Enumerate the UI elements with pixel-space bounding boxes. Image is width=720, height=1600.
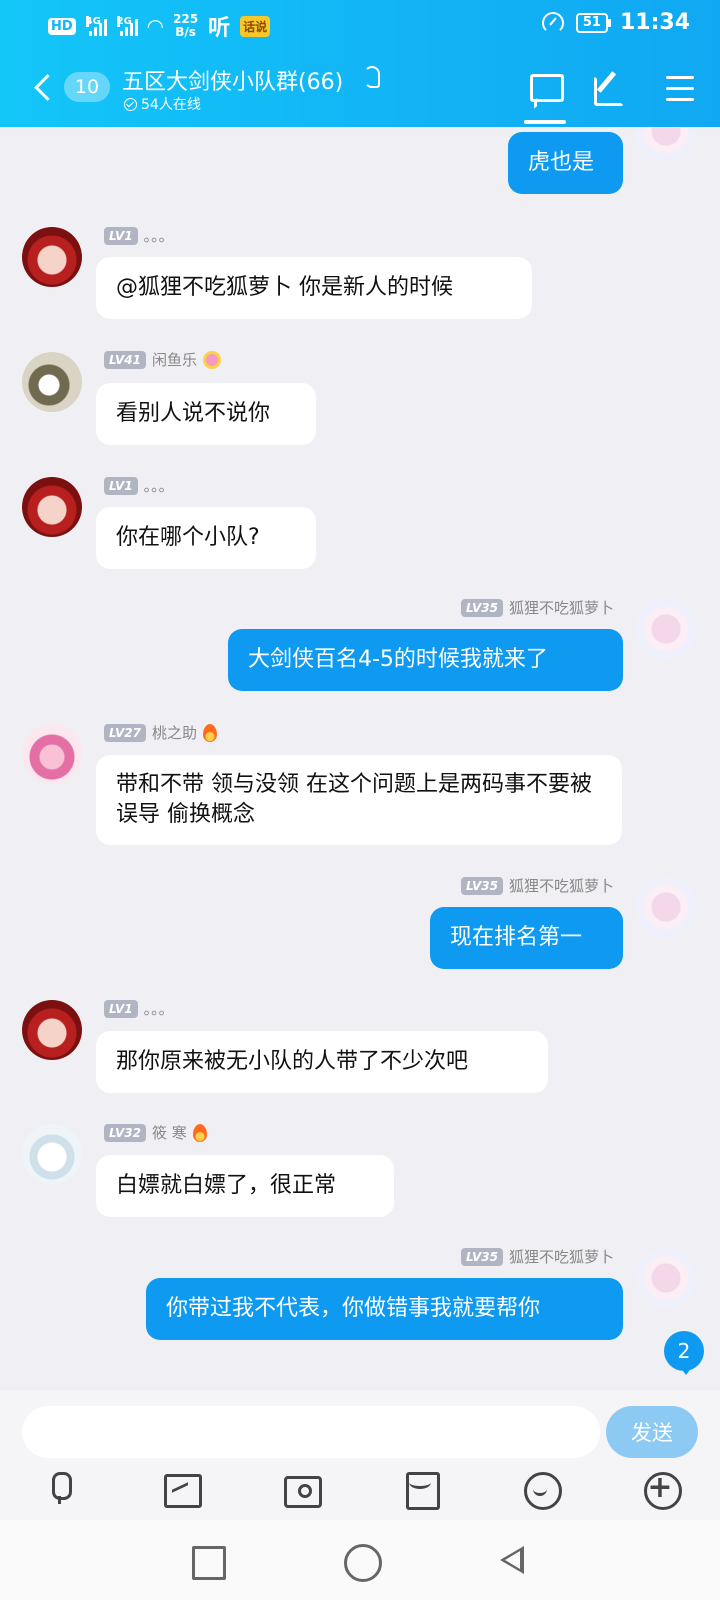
speed-gauge-icon [541,11,564,34]
input-area: 发送 [0,1390,720,1520]
level-badge: LV32 [104,1123,146,1142]
network-speed: 225 B/s [173,13,198,39]
home-icon[interactable] [342,1542,382,1582]
sender-meta: LV1 。。。 [104,998,174,1019]
navigation-bar: 10 五区大剑侠小队群(66) 54人在线 [0,54,720,127]
edit-icon[interactable] [588,68,632,112]
message-bubble[interactable]: 你带过我不代表，你做错事我就要帮你 [146,1278,623,1340]
message-bubble[interactable]: 你在哪个小队? [96,507,316,569]
sender-name[interactable]: 。。。 [144,225,174,246]
image-icon[interactable] [160,1468,202,1508]
red-packet-icon[interactable] [400,1468,440,1510]
wifi-icon: ◠ [147,14,164,38]
avatar[interactable] [22,1124,82,1184]
sender-name[interactable]: 狐狸不吃狐萝卜 [509,597,614,618]
level-badge: LV41 [104,350,146,369]
hd-badge: HD [48,17,76,35]
level-badge: LV1 [104,476,138,495]
sender-meta: LV35 狐狸不吃狐萝卜 [461,875,614,896]
sender-name[interactable]: 狐狸不吃狐萝卜 [509,1246,614,1267]
sender-name[interactable]: 。。。 [144,998,174,1019]
clock: 11:34 [619,10,690,35]
level-badge: LV1 [104,226,138,245]
send-button[interactable]: 发送 [606,1406,698,1458]
new-message-count-badge[interactable]: 2 [664,1331,704,1375]
sender-meta: LV35 狐狸不吃狐萝卜 [461,1246,614,1267]
avatar[interactable] [636,599,696,659]
flame-icon [203,723,217,742]
unread-count-badge[interactable]: 10 [64,72,110,102]
flame-icon [192,1123,207,1142]
level-badge: LV35 [461,1247,503,1266]
status-left: HD 4G 2G ◠ 225 B/s 听 话说 [48,10,271,42]
back-icon[interactable] [28,70,58,104]
avatar[interactable] [22,477,82,537]
level-badge: LV35 [461,876,503,895]
avatar[interactable] [636,877,696,937]
message-list[interactable]: 虎也是 LV1 。。。 @狐狸不吃狐萝卜 你是新人的时候 LV41 闲鱼乐 看别… [0,127,720,1390]
sender-meta: LV32 筱 寒 [104,1122,207,1143]
plus-icon[interactable] [640,1468,682,1510]
avatar[interactable] [636,1248,696,1308]
status-right: 51 11:34 [541,10,690,35]
message-bubble[interactable]: 现在排名第一 [430,907,623,969]
message-bubble[interactable]: 带和不带 领与没领 在这个问题上是两码事不要被误导 偷换概念 [96,755,622,845]
avatar[interactable] [22,1000,82,1060]
level-badge: LV27 [104,723,146,742]
avatar[interactable] [636,127,696,161]
notification-badge-icon: 话说 [240,15,271,37]
sender-name[interactable]: 桃之助 [152,722,197,743]
message-bubble[interactable]: 虎也是 [508,132,623,194]
active-tab-indicator [524,120,566,124]
sim2-label: 2G [116,16,132,27]
sender-meta: LV1 。。。 [104,475,174,496]
message-bubble[interactable]: 白嫖就白嫖了，很正常 [96,1155,394,1217]
sender-meta: LV41 闲鱼乐 [104,349,221,370]
sender-meta: LV35 狐狸不吃狐萝卜 [461,597,614,618]
sender-name[interactable]: 筱 寒 [152,1122,187,1143]
battery-icon: 51 [575,12,612,33]
chat-header: HD 4G 2G ◠ 225 B/s 听 话说 51 11:34 10 五区大剑… [0,0,720,127]
level-badge: LV35 [461,598,503,617]
sender-name[interactable]: 狐狸不吃狐萝卜 [509,875,614,896]
online-status[interactable]: 54人在线 [124,94,201,114]
status-bar: HD 4G 2G ◠ 225 B/s 听 话说 51 11:34 [0,0,720,50]
message-bubble[interactable]: 大剑侠百名4-5的时候我就来了 [228,629,623,691]
avatar[interactable] [22,352,82,412]
menu-icon[interactable] [660,68,704,112]
flower-icon [203,350,221,369]
chat-tab-icon[interactable] [524,68,568,112]
online-count: 54人在线 [141,97,201,113]
microphone-icon[interactable] [40,1468,80,1508]
sim1-label: 4G [85,16,101,27]
camera-icon[interactable] [280,1468,322,1508]
recent-apps-icon[interactable] [188,1542,226,1580]
sender-meta: LV27 桃之助 [104,722,217,743]
signal-2-icon: 2G [116,16,138,36]
sender-meta: LV1 。。。 [104,225,174,246]
sender-name[interactable]: 闲鱼乐 [152,349,197,370]
avatar[interactable] [22,227,82,287]
group-title[interactable]: 五区大剑侠小队群(66) [122,64,343,96]
ear-icon[interactable] [364,66,380,88]
sender-name[interactable]: 。。。 [144,475,174,496]
level-badge: LV1 [104,999,138,1018]
avatar[interactable] [22,724,82,784]
emoji-icon[interactable] [520,1468,562,1510]
message-bubble[interactable]: 那你原来被无小队的人带了不少次吧 [96,1031,548,1093]
signal-1-icon: 4G [85,16,107,36]
ting-icon: 听 [208,16,231,41]
message-bubble[interactable]: 看别人说不说你 [96,383,316,445]
message-bubble[interactable]: @狐狸不吃狐萝卜 你是新人的时候 [96,257,532,319]
online-check-icon [124,97,137,111]
system-back-icon[interactable] [494,1542,530,1578]
message-input[interactable] [22,1406,600,1458]
speed-value: 225 [173,12,199,26]
system-navigation-bar [0,1520,720,1600]
speed-unit: B/s [175,25,196,39]
